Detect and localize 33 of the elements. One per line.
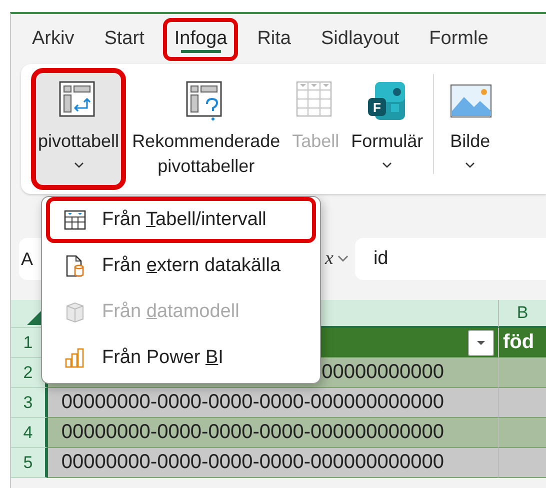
function-label[interactable]: x	[325, 248, 334, 270]
ribbon-button[interactable]: F Formulär	[345, 68, 430, 178]
filter-dropdown-button[interactable]	[468, 330, 494, 356]
caret-icon	[337, 255, 350, 263]
table-cell	[498, 448, 546, 478]
formula-field[interactable]: id	[355, 238, 546, 280]
table-cell	[498, 388, 546, 418]
caret-icon	[476, 340, 486, 346]
ribbon-tab[interactable]: Infoga	[163, 18, 238, 60]
ribbon-tab[interactable]: Rita	[246, 18, 302, 60]
table-cell: föd	[498, 328, 546, 358]
row-number[interactable]: 3	[11, 388, 48, 418]
ribbon-tab[interactable]: Formle	[418, 18, 500, 60]
table-cell: 00000000-0000-0000-0000-000000000000	[48, 448, 498, 478]
data-model-icon	[64, 301, 86, 323]
ribbon-button[interactable]: pivottabell	[31, 68, 126, 190]
column-header[interactable]: B	[498, 300, 546, 328]
ribbon-tab[interactable]: Arkiv	[21, 18, 86, 60]
table-cell: 00000000-0000-0000-0000-000000000000	[48, 388, 498, 418]
table-cell: 00000000-0000-0000-0000-000000000000	[48, 418, 498, 448]
menu-item[interactable]: Från extern datakälla	[46, 243, 316, 289]
table-icon	[64, 209, 86, 231]
ribbon-button[interactable]: Bilde	[442, 68, 498, 178]
ribbon-tab[interactable]: Start	[93, 18, 156, 60]
table-cell	[498, 418, 546, 448]
row-number[interactable]: 4	[11, 418, 48, 448]
table-cell	[498, 358, 546, 388]
menu-item[interactable]: Från Tabell/intervall	[46, 197, 316, 243]
row-number[interactable]: 5	[11, 448, 48, 478]
bar-chart-icon	[64, 347, 86, 369]
ribbon-tab[interactable]: Sidlayout	[310, 18, 410, 60]
document-database-icon	[64, 255, 86, 277]
ribbon-button[interactable]: Rekommenderade pivottabeller	[126, 68, 286, 188]
